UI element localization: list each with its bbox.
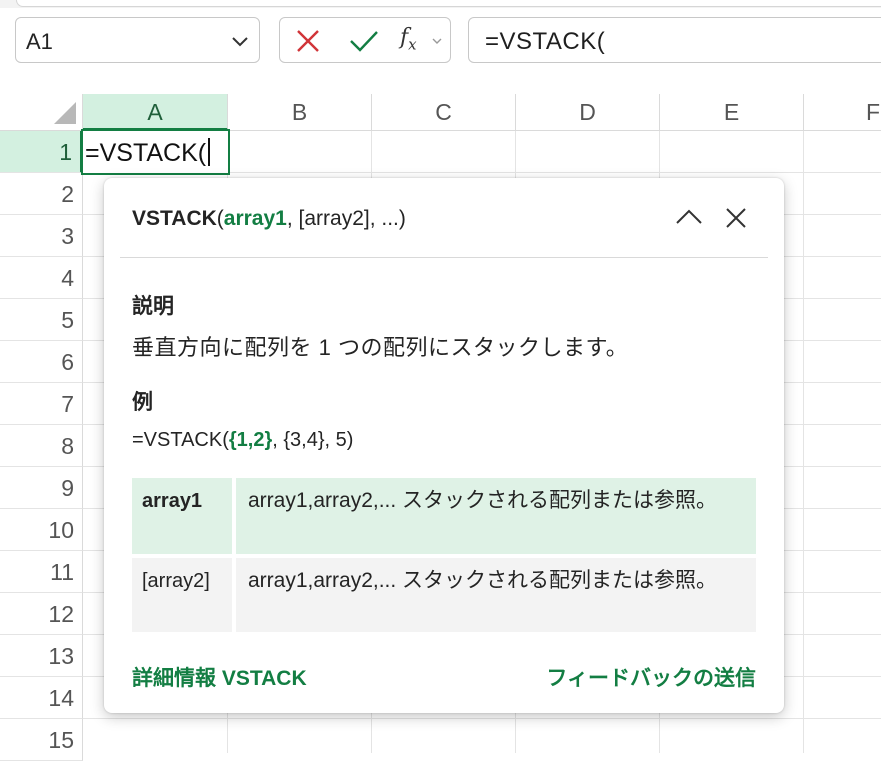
row-header-4[interactable]: 4	[0, 257, 83, 299]
signature-open-paren: (	[216, 207, 224, 230]
row-header-11[interactable]: 11	[0, 551, 83, 593]
row-header-5[interactable]: 5	[0, 299, 83, 341]
row-header-12[interactable]: 12	[0, 593, 83, 635]
name-box-value: A1	[26, 29, 53, 54]
row-header-6[interactable]: 6	[0, 341, 83, 383]
text-caret	[208, 138, 211, 166]
signature-function-name: VSTACK	[132, 207, 217, 230]
parameter-description: array1,array2,... スタックされる配列または参照。	[248, 569, 718, 592]
close-x-icon[interactable]	[294, 27, 322, 55]
function-sub: x	[408, 35, 417, 54]
row-header-1[interactable]: 1	[0, 131, 83, 173]
example-highlight: {1,2}	[228, 429, 273, 451]
top-strip	[0, 0, 881, 8]
example-prefix: =VSTACK(	[132, 429, 229, 451]
select-all-triangle-icon	[54, 102, 76, 124]
close-icon[interactable]	[724, 206, 748, 230]
formula-controls: fx	[279, 17, 451, 63]
name-box[interactable]: A1	[15, 17, 260, 63]
more-info-link[interactable]: 詳細情報 VSTACK	[132, 662, 307, 692]
row-header-15[interactable]: 15	[0, 719, 83, 761]
chevron-down-icon[interactable]	[432, 37, 442, 45]
column-header-b[interactable]: B	[228, 94, 372, 131]
checkmark-icon[interactable]	[348, 27, 380, 55]
parameter-row: array1 array1,array2,... スタックされる配列または参照。	[132, 478, 756, 554]
select-all-button[interactable]	[0, 94, 83, 131]
function-tooltip-card: VSTACK(array1, [array2], ...) 説明 垂直方向に配列…	[104, 178, 784, 713]
row-header-10[interactable]: 10	[0, 509, 83, 551]
active-cell-value: =VSTACK(	[85, 139, 207, 167]
row-header-8[interactable]: 8	[0, 425, 83, 467]
send-feedback-link[interactable]: フィードバックの送信	[546, 662, 756, 692]
chevron-up-icon[interactable]	[674, 205, 704, 229]
example-formula: =VSTACK({1,2}, {3,4}, 5)	[132, 429, 353, 452]
parameter-row: [array2] array1,array2,... スタックされる配列または参…	[132, 558, 756, 632]
formula-bar[interactable]: =VSTACK(	[468, 17, 881, 63]
active-cell-a1[interactable]: =VSTACK(	[81, 129, 230, 175]
parameter-description: array1,array2,... スタックされる配列または参照。	[248, 489, 718, 512]
column-header-e[interactable]: E	[660, 94, 804, 131]
column-header-f[interactable]: F	[804, 94, 881, 131]
active-cell-editor[interactable]: =VSTACK(	[85, 138, 211, 168]
parameter-table: array1 array1,array2,... スタックされる配列または参照。…	[132, 478, 756, 632]
row-header-13[interactable]: 13	[0, 635, 83, 677]
row-header-9[interactable]: 9	[0, 467, 83, 509]
formula-bar-value: =VSTACK(	[485, 28, 606, 55]
parameter-name: array1	[132, 478, 236, 554]
function-label: f	[400, 25, 409, 50]
parameter-name: [array2]	[132, 558, 236, 632]
chevron-down-icon[interactable]	[231, 32, 249, 50]
description-heading: 説明	[132, 295, 174, 318]
description-text: 垂直方向に配列を 1 つの配列にスタックします。	[132, 335, 629, 360]
row-header-7[interactable]: 7	[0, 383, 83, 425]
gridline	[803, 131, 804, 753]
row-header-14[interactable]: 14	[0, 677, 83, 719]
column-header-a[interactable]: A	[83, 94, 228, 131]
signature-rest: , [array2], ...)	[286, 207, 406, 230]
function-signature: VSTACK(array1, [array2], ...)	[132, 207, 406, 231]
example-suffix: , {3,4}, 5)	[272, 429, 354, 451]
column-header-d[interactable]: D	[516, 94, 660, 131]
insert-function-button[interactable]: fx	[400, 25, 417, 53]
divider	[120, 257, 768, 258]
signature-current-arg: array1	[223, 207, 287, 230]
row-header-3[interactable]: 3	[0, 215, 83, 257]
column-header-c[interactable]: C	[372, 94, 516, 131]
row-header-2[interactable]: 2	[0, 173, 83, 215]
example-heading: 例	[132, 391, 153, 414]
gridline	[83, 718, 881, 719]
ribbon-edge	[16, 0, 881, 7]
